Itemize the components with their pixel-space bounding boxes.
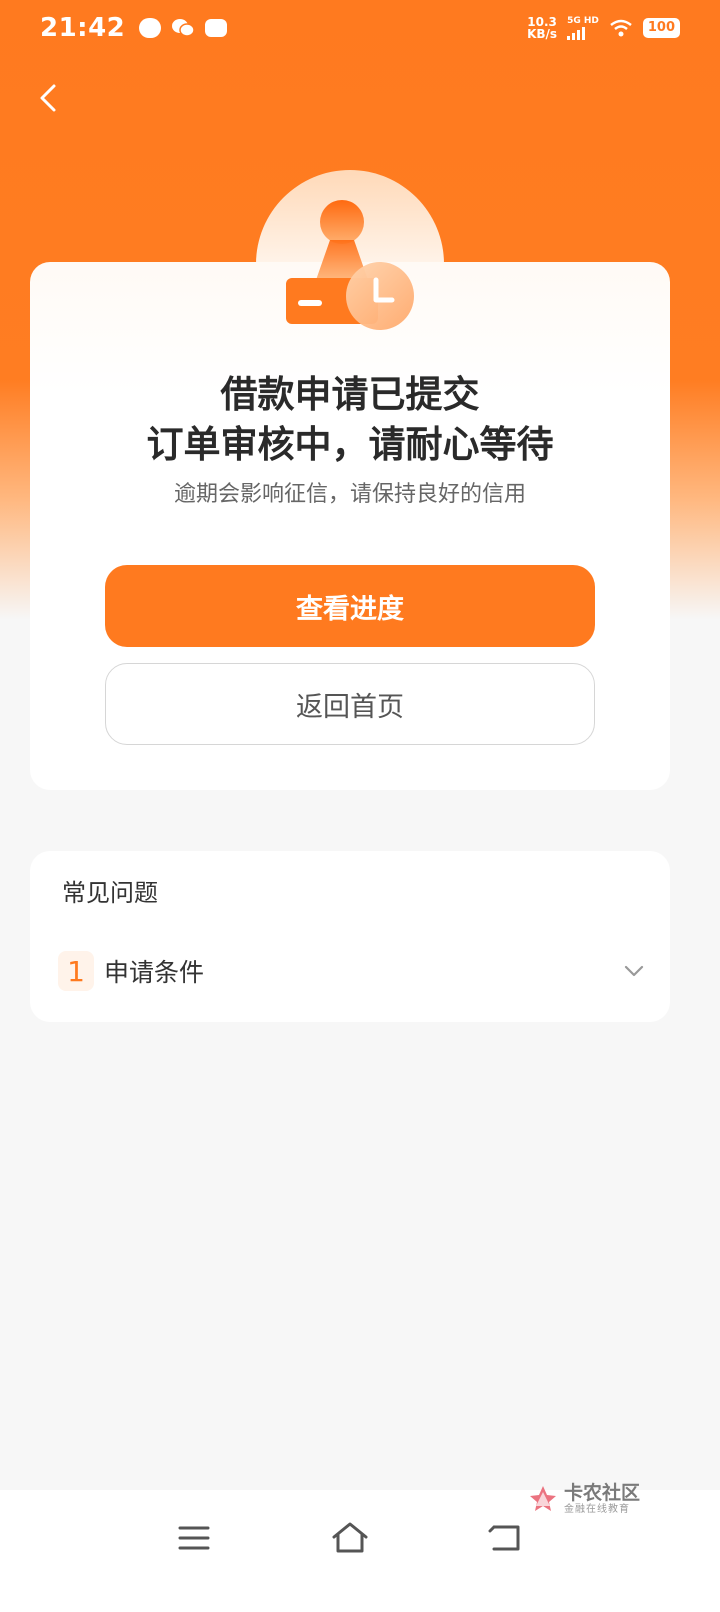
status-time: 21:42 bbox=[40, 13, 126, 43]
return-home-button[interactable]: 返回首页 bbox=[105, 663, 595, 745]
wechat-icon bbox=[172, 19, 196, 37]
message-icon bbox=[139, 18, 162, 38]
home-icon bbox=[332, 1522, 368, 1553]
title-line-2: 订单审核中，请耐心等待 bbox=[146, 423, 554, 466]
home-button[interactable] bbox=[320, 1508, 380, 1568]
menu-button[interactable] bbox=[164, 1508, 224, 1568]
faq-card: 常见问题 1 申请条件 bbox=[30, 851, 670, 1022]
notification-icons bbox=[139, 18, 228, 38]
kanong-logo-icon bbox=[530, 1486, 556, 1511]
chevron-down-icon[interactable] bbox=[620, 957, 648, 985]
faq-item-label: 申请条件 bbox=[104, 958, 205, 987]
faq-item-number: 1 bbox=[58, 951, 94, 991]
robot-icon bbox=[205, 19, 228, 37]
chevron-left-icon[interactable] bbox=[30, 78, 70, 118]
menu-icon bbox=[178, 1526, 210, 1550]
result-title: 借款申请已提交 订单审核中，请耐心等待 bbox=[30, 370, 670, 470]
network-type: 5G HD bbox=[567, 16, 599, 26]
back-icon bbox=[488, 1525, 520, 1551]
network-group: 5G HD bbox=[567, 16, 599, 40]
status-right-group: 10.3 KB/s 5G HD 100 bbox=[527, 16, 680, 40]
signal-icon bbox=[567, 26, 599, 40]
watermark-title: 卡农社区 bbox=[564, 1482, 641, 1504]
battery-icon: 100 bbox=[642, 18, 680, 38]
view-progress-button[interactable]: 查看进度 bbox=[105, 565, 595, 647]
result-subtitle: 逾期会影响征信，请保持良好的信用 bbox=[173, 482, 526, 507]
status-bar: 21:42 10.3 KB/s 5G HD 100 bbox=[0, 0, 720, 56]
title-line-1: 借款申请已提交 bbox=[220, 373, 480, 416]
net-speed-unit: KB/s bbox=[527, 27, 558, 41]
faq-item[interactable]: 1 申请条件 bbox=[58, 947, 648, 995]
faq-title: 常见问题 bbox=[62, 879, 158, 907]
stamp-clock-icon bbox=[286, 200, 414, 330]
net-speed: 10.3 KB/s bbox=[527, 16, 557, 40]
watermark-subtitle: 金融在线教育 bbox=[564, 1504, 630, 1515]
wifi-icon bbox=[610, 19, 632, 37]
watermark: 卡农社区 金融在线教育 bbox=[528, 1482, 640, 1516]
back-button[interactable] bbox=[476, 1508, 536, 1568]
